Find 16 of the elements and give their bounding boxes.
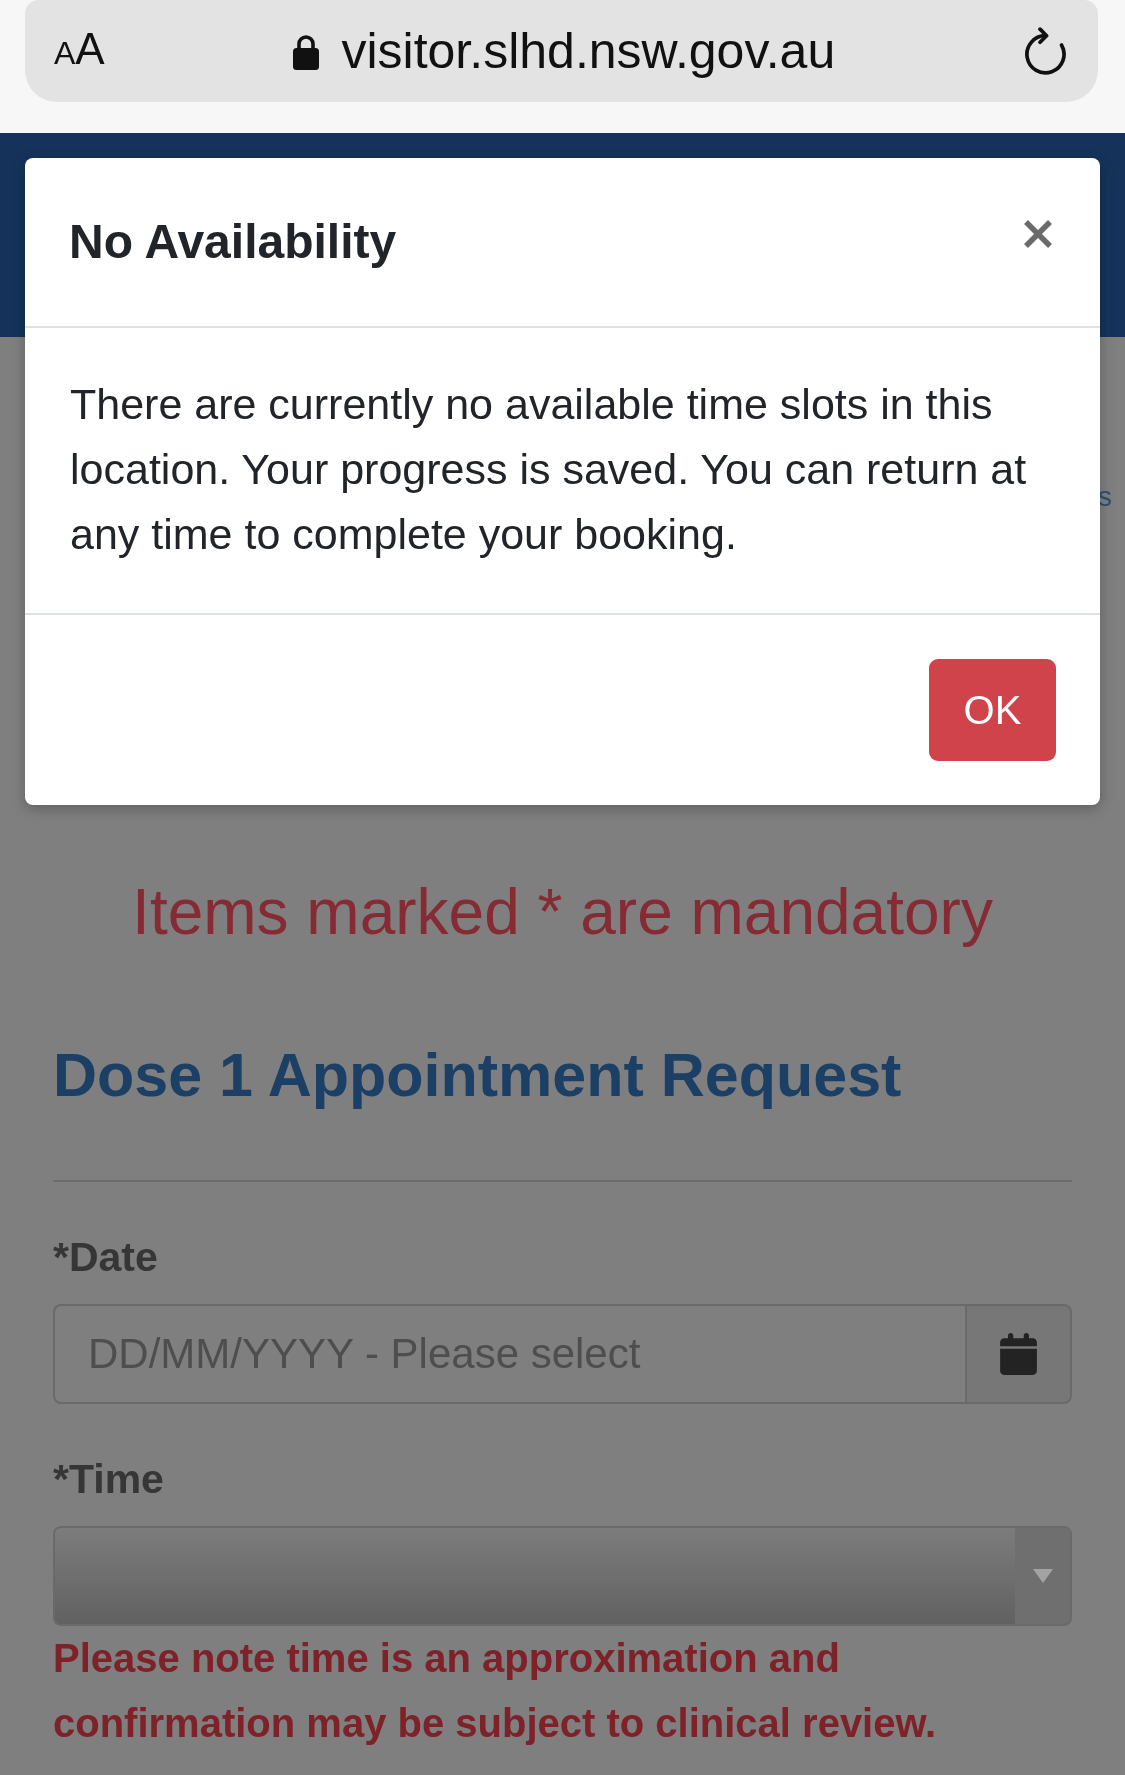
close-button[interactable] xyxy=(1023,219,1053,249)
mandatory-note: Items marked * are mandatory xyxy=(131,875,994,950)
reader-button[interactable]: AA xyxy=(54,24,105,78)
close-icon xyxy=(1023,219,1053,249)
section-title: Dose 1 Appointment Request xyxy=(53,1040,903,1111)
dialog-title: No Availability xyxy=(69,214,397,270)
field-label: *Time xyxy=(53,1455,165,1504)
calendar-button[interactable] xyxy=(965,1304,1072,1404)
reload-icon[interactable] xyxy=(1024,27,1067,75)
caret-icon xyxy=(1032,1569,1053,1583)
calendar-icon xyxy=(1000,1333,1037,1375)
time-note: Please note time is an approximation and confirmation may be subject to clinical review. xyxy=(53,1635,938,1747)
dialog-message: There are currently no available time slots in this location. Your progress is saved. You can return at any time to complete your booking. xyxy=(70,379,1028,560)
url-text[interactable]: visitor.slhd.nsw.gov.au xyxy=(341,21,836,81)
ok-button[interactable]: OK xyxy=(929,659,1056,761)
field-label: *Date xyxy=(53,1233,159,1282)
